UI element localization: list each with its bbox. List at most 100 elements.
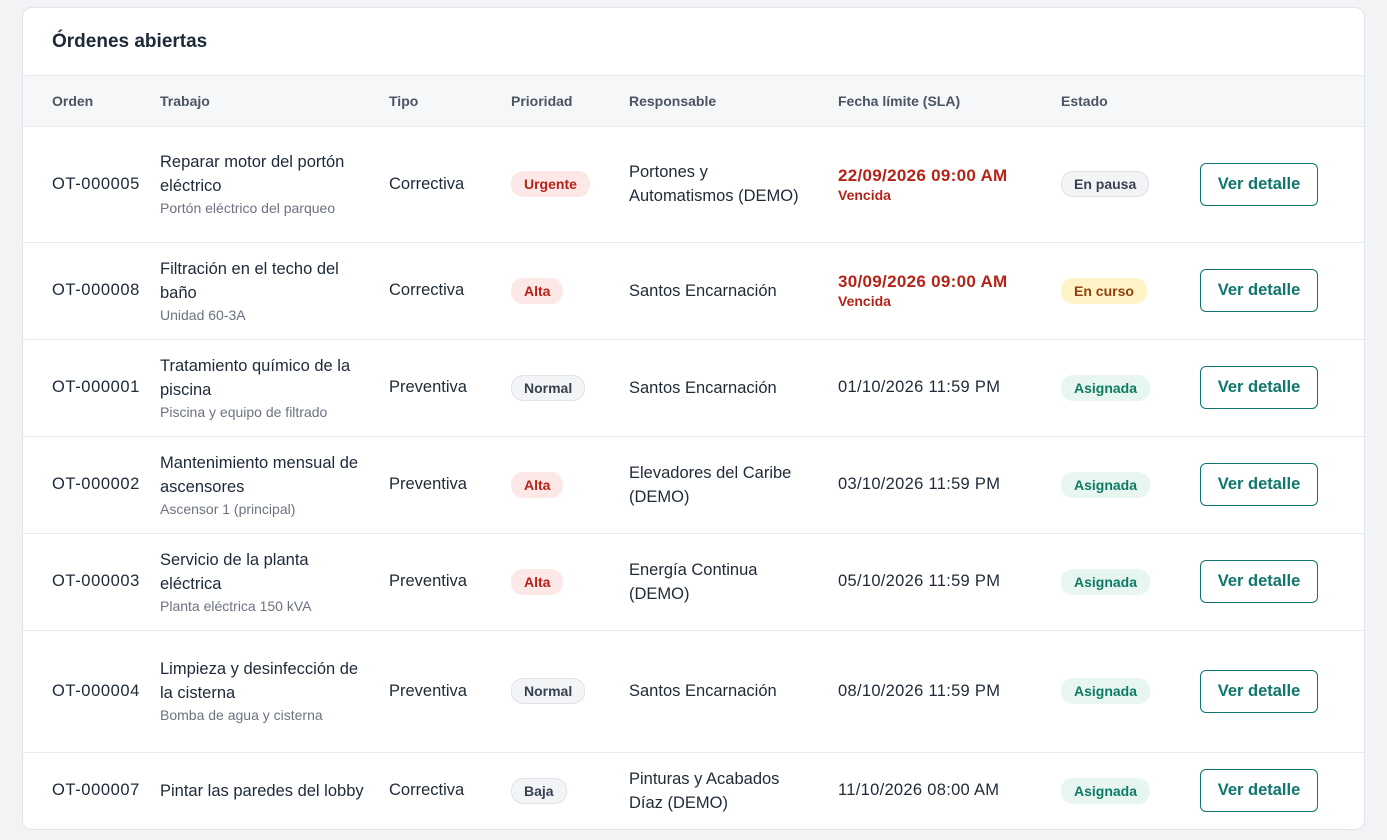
job-location: Ascensor 1 (principal) bbox=[160, 500, 296, 517]
status-badge: Asignada bbox=[1061, 678, 1151, 704]
type-cell: Preventiva bbox=[389, 339, 511, 437]
open-orders-card: Órdenes abiertas Orden Trabajo Tipo Prio… bbox=[22, 7, 1365, 830]
table-row[interactable]: OT-000002 Mantenimiento mensual de ascens… bbox=[23, 436, 1364, 534]
view-detail-button[interactable]: Ver detalle bbox=[1200, 366, 1318, 409]
table-row[interactable]: OT-000007 Pintar las paredes del lobby Cor… bbox=[23, 752, 1364, 829]
job-location: Portón eléctrico del parqueo bbox=[160, 200, 336, 216]
responsible-name: Portones y Automatismos (DEMO) bbox=[629, 163, 799, 205]
responsible-name: Santos Encarnación bbox=[629, 682, 777, 700]
overdue-label: Vencida bbox=[838, 186, 891, 203]
job-title: Filtración en el techo del baño bbox=[160, 259, 339, 302]
table-row[interactable]: OT-000008 Filtración en el techo del baño… bbox=[23, 242, 1364, 340]
order-id-cell: OT-000007 bbox=[23, 752, 160, 829]
status-badge: En curso bbox=[1061, 277, 1147, 304]
job-title: Mantenimiento mensual de ascensores bbox=[160, 453, 359, 496]
overdue-label: Vencida bbox=[838, 293, 891, 309]
job-title: Pintar las paredes del lobby bbox=[160, 781, 364, 800]
due-date-cell: 03/10/2026 11:59 PM bbox=[838, 436, 1061, 534]
type-cell: Preventiva bbox=[389, 630, 511, 753]
priority-cell: Urgente bbox=[511, 126, 629, 243]
status-cell: Asignada bbox=[1061, 436, 1189, 534]
table-row[interactable]: OT-000004 Limpieza y desinfección de la c… bbox=[23, 630, 1364, 753]
table-row[interactable]: OT-000003 Servicio de la planta eléctrica… bbox=[23, 533, 1364, 631]
orders-table: Orden Trabajo Tipo Prioridad Responsable… bbox=[23, 76, 1364, 829]
action-cell: Ver detalle bbox=[1189, 630, 1364, 753]
responsible-name: Santos Encarnación bbox=[629, 281, 777, 300]
order-id: OT-000002 bbox=[52, 475, 140, 493]
job-title: Limpieza y desinfección de la cisterna bbox=[160, 660, 359, 702]
job-cell: Filtración en el techo del baño Unidad 60… bbox=[160, 242, 389, 340]
priority-cell: Alta bbox=[511, 242, 629, 340]
action-cell: Ver detalle bbox=[1189, 533, 1364, 631]
job-cell: Limpieza y desinfección de la cisterna Bo… bbox=[160, 630, 389, 753]
due-date: 03/10/2026 11:59 PM bbox=[838, 475, 1001, 493]
priority-badge: Baja bbox=[511, 777, 567, 804]
action-cell: Ver detalle bbox=[1189, 339, 1364, 437]
job-location: Unidad 60-3A bbox=[160, 306, 246, 323]
column-header-estado[interactable]: Estado bbox=[1061, 76, 1189, 127]
type-cell: Correctiva bbox=[389, 242, 511, 340]
priority-badge: Normal bbox=[511, 374, 586, 401]
due-date-cell: 30/09/2026 09:00 AM Vencida bbox=[838, 242, 1061, 340]
column-header-prioridad[interactable]: Prioridad bbox=[511, 76, 629, 127]
job-cell: Pintar las paredes del lobby bbox=[160, 752, 389, 829]
view-detail-button[interactable]: Ver detalle bbox=[1200, 463, 1318, 506]
table-row[interactable]: OT-000005 Reparar motor del portón eléctr… bbox=[23, 126, 1364, 243]
due-date-cell: 08/10/2026 11:59 PM bbox=[838, 630, 1061, 753]
order-id-cell: OT-000001 bbox=[23, 339, 160, 437]
type-cell: Preventiva bbox=[389, 533, 511, 631]
status-badge: Asignada bbox=[1061, 777, 1151, 804]
job-title: Tratamiento químico de la piscina bbox=[160, 356, 351, 399]
due-date-cell: 11/10/2026 08:00 AM bbox=[838, 752, 1061, 829]
action-cell: Ver detalle bbox=[1189, 436, 1364, 534]
order-id: OT-000007 bbox=[52, 781, 140, 800]
priority-cell: Baja bbox=[511, 752, 629, 829]
job-location: Bomba de agua y cisterna bbox=[160, 707, 323, 723]
status-badge: Asignada bbox=[1061, 568, 1151, 595]
status-badge: En pausa bbox=[1061, 171, 1150, 197]
priority-cell: Alta bbox=[511, 436, 629, 534]
action-cell: Ver detalle bbox=[1189, 126, 1364, 243]
view-detail-button[interactable]: Ver detalle bbox=[1200, 162, 1318, 206]
column-header-responsable[interactable]: Responsable bbox=[629, 76, 838, 127]
responsible-name: Elevadores del Caribe (DEMO) bbox=[629, 463, 792, 506]
status-cell: En pausa bbox=[1061, 126, 1189, 243]
responsible-name: Santos Encarnación bbox=[629, 378, 777, 397]
order-id: OT-000004 bbox=[52, 681, 140, 700]
due-date-cell: 05/10/2026 11:59 PM bbox=[838, 533, 1061, 631]
type-cell: Correctiva bbox=[389, 126, 511, 243]
responsible-cell: Santos Encarnación bbox=[629, 630, 838, 753]
view-detail-button[interactable]: Ver detalle bbox=[1200, 769, 1318, 813]
priority-cell: Alta bbox=[511, 533, 629, 631]
priority-cell: Normal bbox=[511, 630, 629, 753]
responsible-cell: Energía Continua (DEMO) bbox=[629, 533, 838, 631]
order-id-cell: OT-000002 bbox=[23, 436, 160, 534]
card-title: Órdenes abiertas bbox=[23, 8, 1364, 76]
action-cell: Ver detalle bbox=[1189, 242, 1364, 340]
order-id-cell: OT-000008 bbox=[23, 242, 160, 340]
view-detail-button[interactable]: Ver detalle bbox=[1200, 269, 1318, 312]
status-badge: Asignada bbox=[1061, 471, 1151, 498]
type-cell: Correctiva bbox=[389, 781, 465, 800]
due-date: 22/09/2026 09:00 AM bbox=[838, 165, 1008, 185]
responsible-name: Pinturas y Acabados Díaz (DEMO) bbox=[629, 769, 780, 812]
table-row[interactable]: OT-000001 Tratamiento químico de la pisci… bbox=[23, 339, 1364, 437]
status-badge: Asignada bbox=[1061, 374, 1151, 401]
order-id-cell: OT-000005 bbox=[23, 126, 160, 243]
responsible-name: Energía Continua (DEMO) bbox=[629, 560, 758, 603]
view-detail-button[interactable]: Ver detalle bbox=[1200, 669, 1318, 713]
job-location: Planta eléctrica 150 kVA bbox=[160, 597, 312, 614]
column-header-trabajo[interactable]: Trabajo bbox=[160, 76, 389, 127]
job-title: Reparar motor del portón eléctrico bbox=[160, 153, 345, 195]
column-header-fecha-limite[interactable]: Fecha límite (SLA) bbox=[838, 76, 1061, 127]
due-date: 30/09/2026 09:00 AM bbox=[838, 272, 1008, 291]
job-cell: Reparar motor del portón eléctrico Portón… bbox=[160, 126, 389, 243]
column-header-tipo[interactable]: Tipo bbox=[389, 76, 511, 127]
job-cell: Tratamiento químico de la piscina Piscina… bbox=[160, 339, 389, 437]
responsible-cell: Portones y Automatismos (DEMO) bbox=[629, 126, 838, 243]
view-detail-button[interactable]: Ver detalle bbox=[1200, 560, 1318, 603]
priority-badge: Alta bbox=[511, 471, 564, 498]
priority-badge: Urgente bbox=[511, 171, 590, 197]
column-header-orden[interactable]: Orden bbox=[23, 76, 160, 127]
due-date: 05/10/2026 11:59 PM bbox=[838, 572, 1001, 590]
